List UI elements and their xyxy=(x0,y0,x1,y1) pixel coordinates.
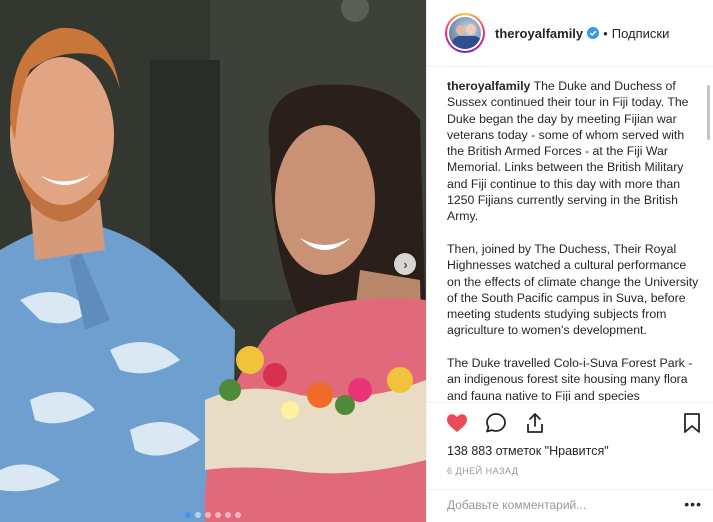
following-button[interactable]: Подписки xyxy=(612,26,670,41)
comment-box: ••• xyxy=(427,489,713,522)
post-actions: 138 883 отметок "Нравится" 6 дней назад … xyxy=(427,402,713,522)
comment-icon[interactable] xyxy=(484,411,508,435)
avatar[interactable] xyxy=(445,13,485,53)
username-link[interactable]: theroyalfamily xyxy=(495,26,583,41)
post-side-panel: theroyalfamily • Подписки theroyalfamily… xyxy=(426,0,713,522)
carousel-dot xyxy=(195,512,201,518)
post-caption: theroyalfamily The Duke and Duchess of S… xyxy=(447,78,702,401)
caption-username[interactable]: theroyalfamily xyxy=(447,79,530,93)
photo-illustration xyxy=(0,0,426,522)
carousel-next-button[interactable]: › xyxy=(394,253,416,275)
carousel-dot xyxy=(205,512,211,518)
post-photo[interactable]: › xyxy=(0,0,426,522)
carousel-dot xyxy=(185,512,191,518)
bookmark-icon[interactable] xyxy=(680,411,704,435)
chevron-right-icon: › xyxy=(403,256,408,272)
heart-filled-icon[interactable] xyxy=(445,411,469,435)
carousel-dot xyxy=(215,512,221,518)
more-options-button[interactable]: ••• xyxy=(684,496,702,512)
post-header: theroyalfamily • Подписки xyxy=(427,0,713,67)
likes-count[interactable]: 138 883 отметок "Нравится" xyxy=(447,444,609,458)
post-timestamp[interactable]: 6 дней назад xyxy=(447,466,518,476)
caption-text: The Duke and Duchess of Sussex continued… xyxy=(447,79,689,224)
caption-text: The Duke travelled Colo-i-Suva Forest Pa… xyxy=(447,356,693,401)
caption-scrollbar[interactable] xyxy=(707,85,710,140)
carousel-dots xyxy=(185,512,241,518)
separator: • xyxy=(603,25,608,41)
carousel-dot xyxy=(235,512,241,518)
share-icon[interactable] xyxy=(523,411,547,435)
verified-badge-icon xyxy=(587,27,600,39)
caption-text: Then, joined by The Duchess, Their Royal… xyxy=(447,241,699,338)
carousel-dot xyxy=(225,512,231,518)
comment-input[interactable] xyxy=(447,498,647,512)
